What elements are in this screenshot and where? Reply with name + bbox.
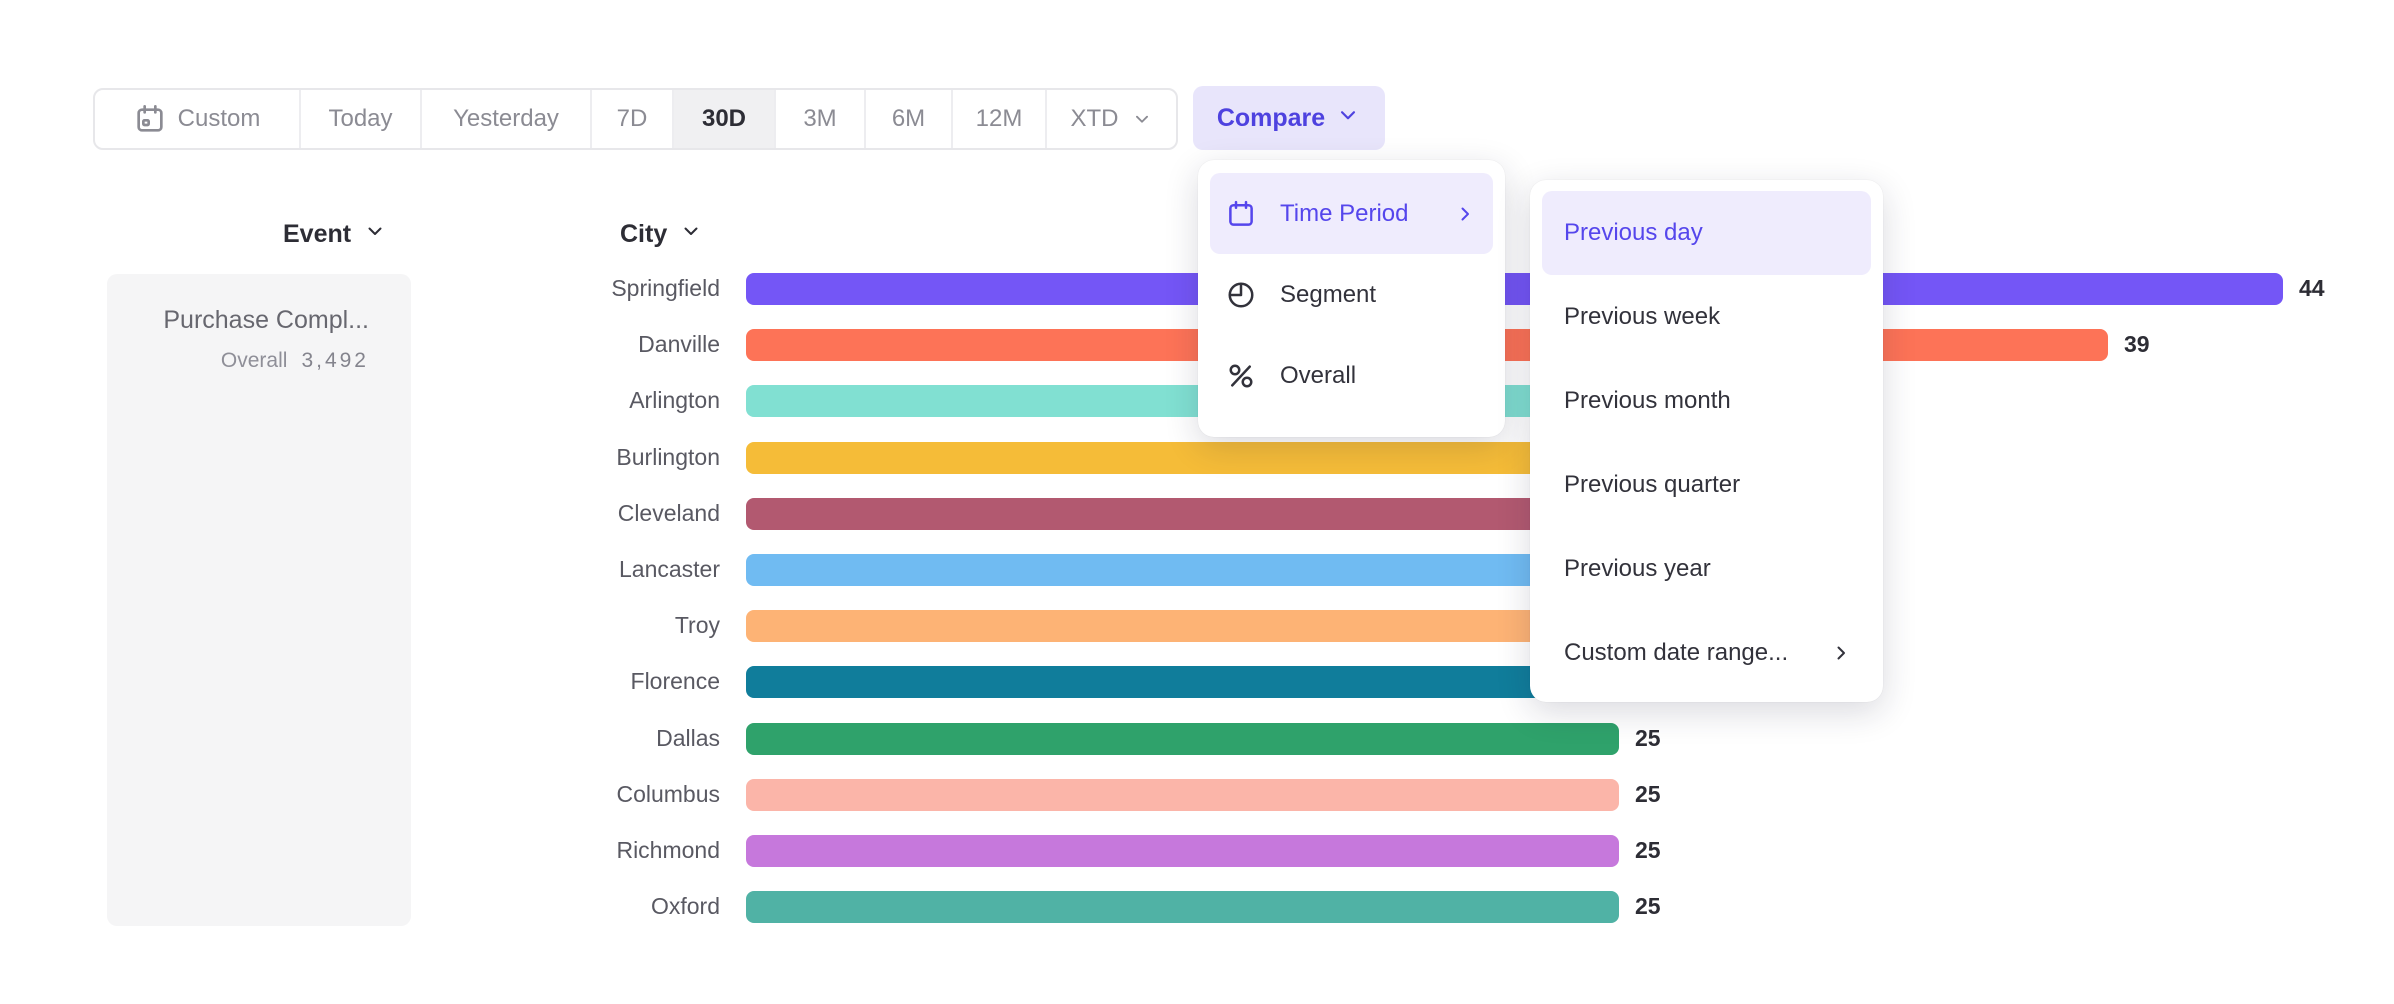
menu-item-label: Previous day	[1564, 219, 1703, 247]
event-card-metric: Overall 3,492	[107, 349, 369, 373]
toolbar-segment-xtd[interactable]: XTD	[1045, 90, 1176, 148]
chevron-right-icon	[1453, 202, 1477, 226]
bar-label-danville: Danville	[400, 331, 720, 358]
bar-value-oxford: 25	[1635, 893, 1661, 920]
menu-item-time-period[interactable]: Time Period	[1210, 173, 1493, 254]
chevron-down-icon	[363, 219, 387, 250]
compare-button-label: Compare	[1217, 104, 1325, 133]
bar-value-springfield: 44	[2299, 275, 2325, 302]
bar-label-columbus: Columbus	[400, 781, 720, 808]
bar-label-dallas: Dallas	[400, 725, 720, 752]
bar-richmond[interactable]	[746, 835, 1619, 867]
toolbar-segment-custom[interactable]: Custom	[95, 90, 299, 148]
menu-item-custom-date-range[interactable]: Custom date range...	[1542, 611, 1871, 695]
toolbar-segment-yesterday[interactable]: Yesterday	[420, 90, 590, 148]
menu-item-label: Previous quarter	[1564, 471, 1740, 499]
toolbar-segment-today[interactable]: Today	[299, 90, 420, 148]
toolbar-segment-label: Yesterday	[453, 105, 559, 133]
calendar-icon	[134, 103, 166, 135]
menu-item-previous-year[interactable]: Previous year	[1542, 527, 1871, 611]
bar-label-cleveland: Cleveland	[400, 500, 720, 527]
bar-label-oxford: Oxford	[400, 893, 720, 920]
event-column-header[interactable]: Event	[283, 219, 387, 250]
segment-icon	[1226, 280, 1256, 310]
menu-item-previous-month[interactable]: Previous month	[1542, 359, 1871, 443]
bar-label-lancaster: Lancaster	[400, 556, 720, 583]
toolbar-segment-label: 12M	[976, 105, 1023, 133]
toolbar-segment-12m[interactable]: 12M	[951, 90, 1045, 148]
menu-item-previous-week[interactable]: Previous week	[1542, 275, 1871, 359]
event-card-metric-label: Overall	[221, 349, 288, 372]
date-range-toolbar: Custom Today Yesterday 7D 30D 3M 6M 12M XTD	[93, 88, 1178, 150]
toolbar-segment-30d[interactable]: 30D	[672, 90, 774, 148]
menu-item-label: Overall	[1280, 362, 1356, 390]
bar-value-columbus: 25	[1635, 781, 1661, 808]
bar-value-danville: 39	[2124, 331, 2150, 358]
bar-oxford[interactable]	[746, 891, 1619, 923]
event-header-label: Event	[283, 220, 351, 249]
chevron-down-icon	[679, 219, 703, 250]
time-period-submenu: Previous day Previous week Previous month P…	[1530, 180, 1883, 702]
menu-item-previous-quarter[interactable]: Previous quarter	[1542, 443, 1871, 527]
bar-value-richmond: 25	[1635, 837, 1661, 864]
city-column-header[interactable]: City	[620, 219, 703, 250]
toolbar-segment-3m[interactable]: 3M	[774, 90, 864, 148]
toolbar-segment-label: 6M	[892, 105, 925, 133]
bar-label-florence: Florence	[400, 668, 720, 695]
bar-label-arlington: Arlington	[400, 387, 720, 414]
percent-icon	[1226, 361, 1256, 391]
chevron-down-icon	[1131, 108, 1153, 130]
compare-menu: Time Period Segment Overall	[1198, 160, 1505, 437]
toolbar-segment-7d[interactable]: 7D	[590, 90, 672, 148]
menu-item-label: Custom date range...	[1564, 639, 1788, 667]
event-card-metric-value: 3,492	[301, 349, 369, 372]
event-card-title: Purchase Compl...	[107, 306, 369, 335]
app-screen: Springfield 44 Danville 39 Arlington Burlingt…	[0, 0, 2394, 1004]
menu-item-overall[interactable]: Overall	[1210, 335, 1493, 416]
toolbar-segment-label: 7D	[617, 105, 648, 133]
chevron-down-icon	[1335, 102, 1361, 135]
toolbar-segment-label: 30D	[702, 105, 746, 133]
bar-label-troy: Troy	[400, 612, 720, 639]
toolbar-segment-label: Today	[328, 105, 392, 133]
bar-value-dallas: 25	[1635, 725, 1661, 752]
bar-springfield[interactable]	[746, 273, 2283, 305]
toolbar-segment-label: Custom	[178, 105, 261, 133]
bar-label-richmond: Richmond	[400, 837, 720, 864]
bar-florence[interactable]	[746, 666, 1654, 698]
menu-item-label: Previous week	[1564, 303, 1720, 331]
bar-label-burlington: Burlington	[400, 444, 720, 471]
menu-item-label: Previous year	[1564, 555, 1711, 583]
menu-item-previous-day[interactable]: Previous day	[1542, 191, 1871, 275]
bar-label-springfield: Springfield	[400, 275, 720, 302]
toolbar-segment-label: XTD	[1071, 105, 1119, 133]
calendar-icon	[1226, 199, 1256, 229]
compare-button[interactable]: Compare	[1193, 86, 1385, 150]
event-card[interactable]: Purchase Compl... Overall 3,492	[107, 274, 411, 926]
menu-item-label: Segment	[1280, 281, 1376, 309]
bar-dallas[interactable]	[746, 723, 1619, 755]
chevron-right-icon	[1829, 641, 1853, 665]
menu-item-label: Previous month	[1564, 387, 1731, 415]
city-header-label: City	[620, 220, 667, 249]
menu-item-label: Time Period	[1280, 200, 1408, 228]
toolbar-segment-label: 3M	[803, 105, 836, 133]
toolbar-segment-6m[interactable]: 6M	[864, 90, 951, 148]
bar-columbus[interactable]	[746, 779, 1619, 811]
menu-item-segment[interactable]: Segment	[1210, 254, 1493, 335]
